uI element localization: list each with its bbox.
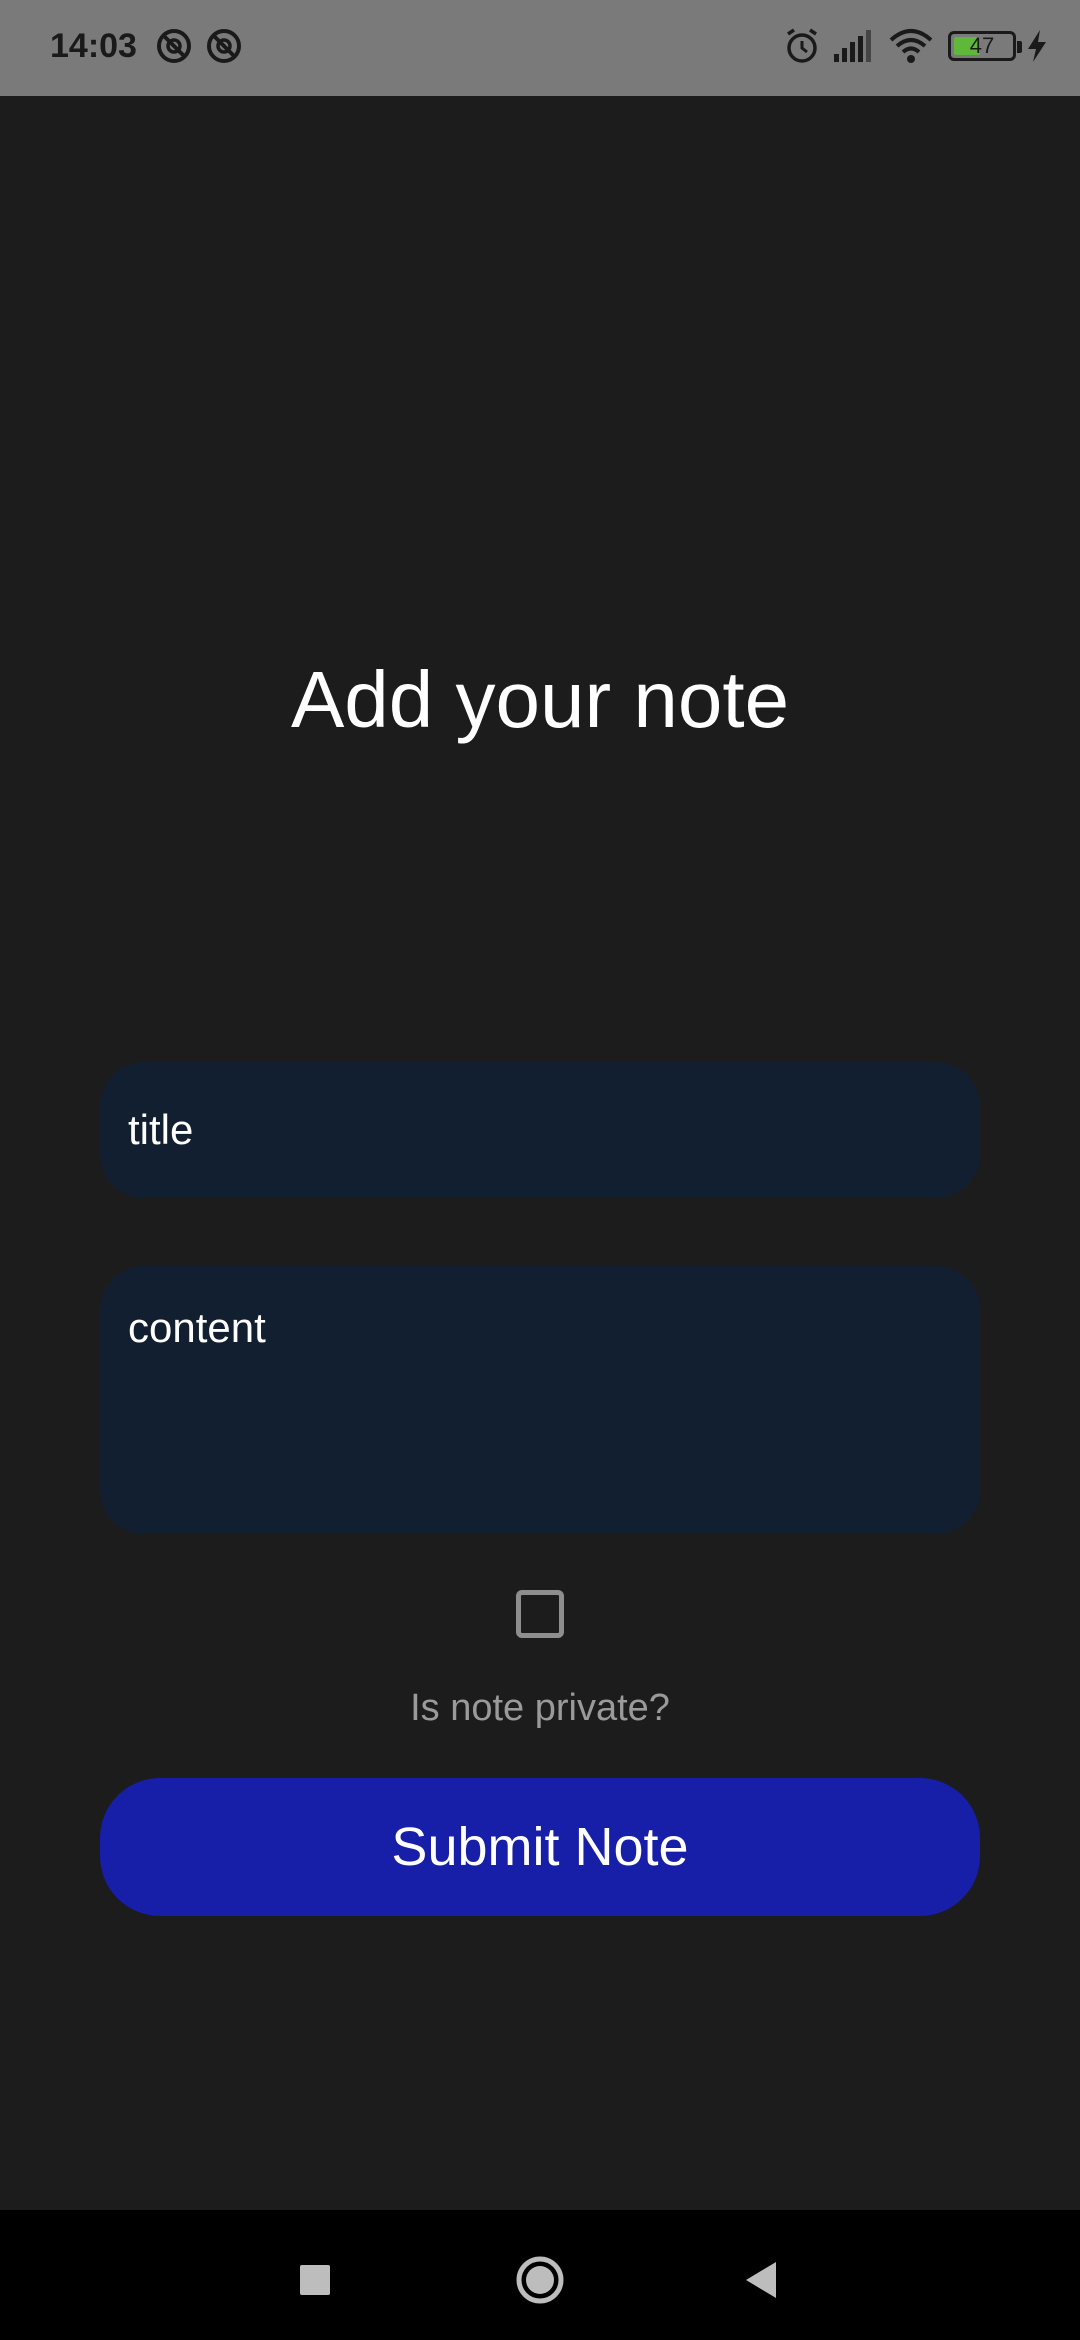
wifi-icon [889,29,933,63]
title-input[interactable]: title [100,1062,980,1198]
signal-icon [834,30,871,62]
status-bar: 14:03 47 [0,0,1080,96]
battery-level: 47 [969,33,995,58]
content-placeholder: content [128,1304,266,1351]
battery-cap [1017,41,1022,53]
home-icon[interactable] [510,2250,570,2310]
private-label: Is note private? [410,1687,670,1729]
recents-icon[interactable] [285,2250,345,2310]
back-icon[interactable] [732,2250,792,2310]
status-time: 14:03 [50,27,137,65]
title-placeholder: title [128,1106,194,1153]
navigation-bar [0,2210,1080,2340]
private-checkbox[interactable] [516,1590,564,1638]
charging-icon [1028,30,1046,62]
page-title: Add your note [290,655,790,744]
submit-note-button[interactable]: Submit Note [100,1778,980,1916]
battery-icon: 47 [948,31,1022,61]
notification-off-icon [207,29,241,63]
content-input[interactable]: content [100,1266,980,1534]
notification-off-icon [157,29,191,63]
alarm-icon [787,28,817,63]
